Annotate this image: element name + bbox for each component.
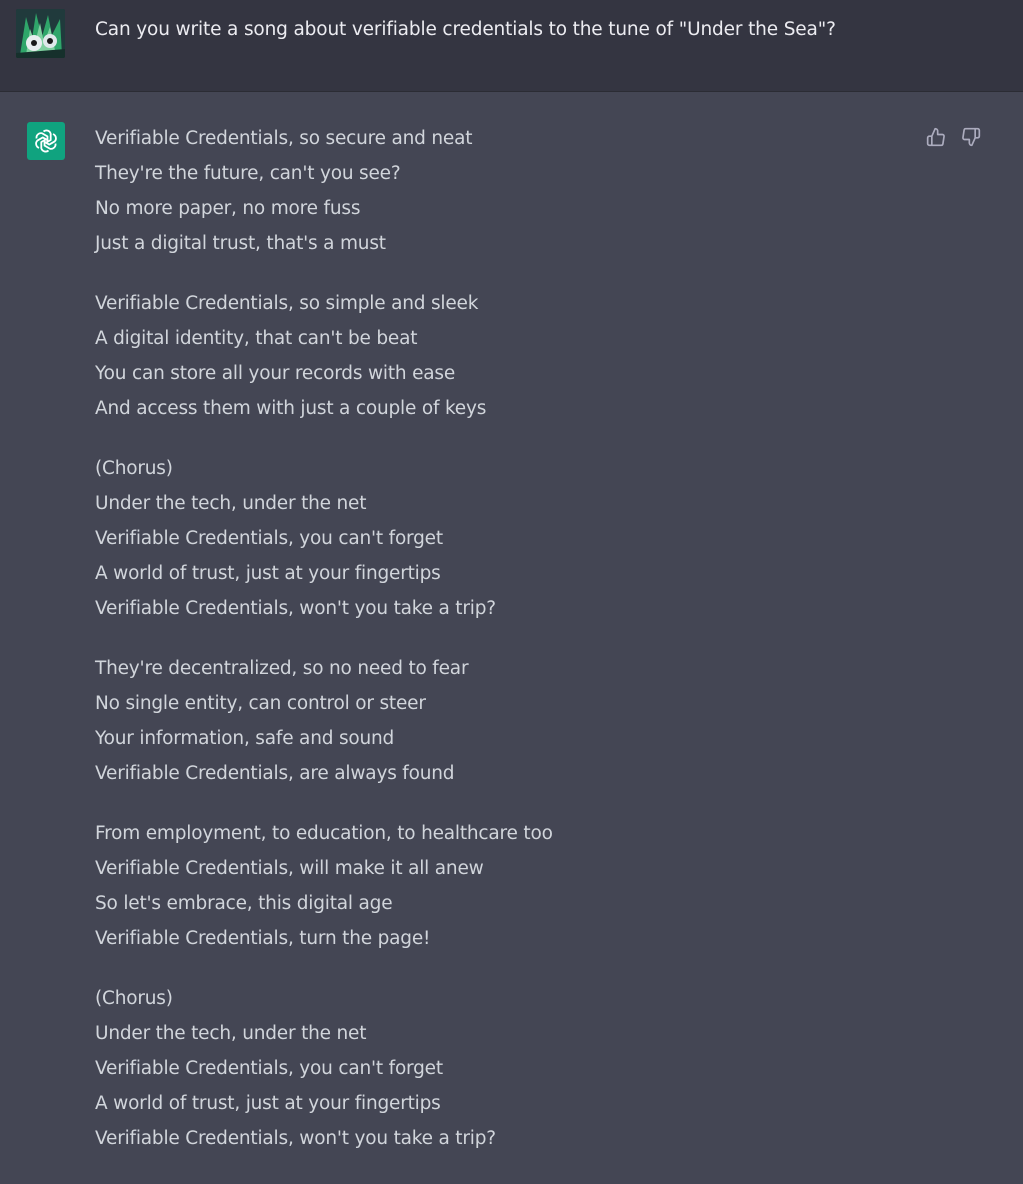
lyric-line: No single entity, can control or steer bbox=[95, 693, 426, 714]
lyric-stanza: (Chorus) Under the tech, under the net Ver… bbox=[95, 454, 915, 629]
lyric-line: Verifiable Credentials, so simple and sl… bbox=[95, 293, 479, 314]
lyric-line: You can store all your records with ease bbox=[95, 363, 456, 384]
lyric-line: No more paper, no more fuss bbox=[95, 198, 361, 219]
lyric-line: Verifiable Credentials, are always found bbox=[95, 763, 455, 784]
openai-logo-icon bbox=[27, 122, 65, 160]
user-message-row: Can you write a song about verifiable cr… bbox=[0, 0, 1023, 92]
assistant-message-row: Verifiable Credentials, so secure and ne… bbox=[0, 92, 1023, 1167]
lyric-line: (Chorus) bbox=[95, 988, 173, 1009]
lyric-line: Verifiable Credentials, won't you take a… bbox=[95, 1128, 496, 1149]
lyric-stanza: Verifiable Credentials, so simple and sl… bbox=[95, 289, 915, 429]
lyric-line: Verifiable Credentials, turn the page! bbox=[95, 928, 431, 949]
lyric-line: They're decentralized, so no need to fea… bbox=[95, 658, 469, 679]
lyric-line: A world of trust, just at your fingertip… bbox=[95, 1093, 441, 1114]
user-prompt-text: Can you write a song about verifiable cr… bbox=[95, 19, 836, 40]
lyric-line: They're the future, can't you see? bbox=[95, 163, 401, 184]
lyric-line: Verifiable Credentials, you can't forget bbox=[95, 1058, 443, 1079]
lyric-stanza: Verifiable Credentials, so secure and ne… bbox=[95, 124, 915, 264]
lyric-line: And access them with just a couple of ke… bbox=[95, 398, 487, 419]
thumbs-down-button[interactable] bbox=[960, 126, 982, 148]
lyric-line: A digital identity, that can't be beat bbox=[95, 328, 418, 349]
lyric-line: (Chorus) bbox=[95, 458, 173, 479]
lyric-line: Your information, safe and sound bbox=[95, 728, 395, 749]
thumbs-up-icon bbox=[926, 127, 945, 147]
thumbs-up-button[interactable] bbox=[925, 126, 947, 148]
lyric-line: So let's embrace, this digital age bbox=[95, 893, 393, 914]
lyric-line: Verifiable Credentials, won't you take a… bbox=[95, 598, 496, 619]
lyric-line: From employment, to education, to health… bbox=[95, 823, 553, 844]
lyric-line: Verifiable Credentials, you can't forget bbox=[95, 528, 443, 549]
lyric-line: Under the tech, under the net bbox=[95, 493, 367, 514]
lyric-line: Just a digital trust, that's a must bbox=[95, 233, 386, 254]
lyric-line: Under the tech, under the net bbox=[95, 1023, 367, 1044]
lyric-stanza: (Chorus) Under the tech, under the net Ver… bbox=[95, 984, 915, 1159]
thumbs-down-icon bbox=[962, 127, 981, 147]
lyric-line: Verifiable Credentials, will make it all… bbox=[95, 858, 484, 879]
lyric-stanza: From employment, to education, to health… bbox=[95, 819, 915, 959]
assistant-response-text: Verifiable Credentials, so secure and ne… bbox=[95, 124, 915, 1184]
lyric-line: A world of trust, just at your fingertip… bbox=[95, 563, 441, 584]
lyric-line: Verifiable Credentials, so secure and ne… bbox=[95, 128, 473, 149]
user-avatar-icon bbox=[16, 9, 65, 58]
lyric-stanza: They're decentralized, so no need to fea… bbox=[95, 654, 915, 794]
